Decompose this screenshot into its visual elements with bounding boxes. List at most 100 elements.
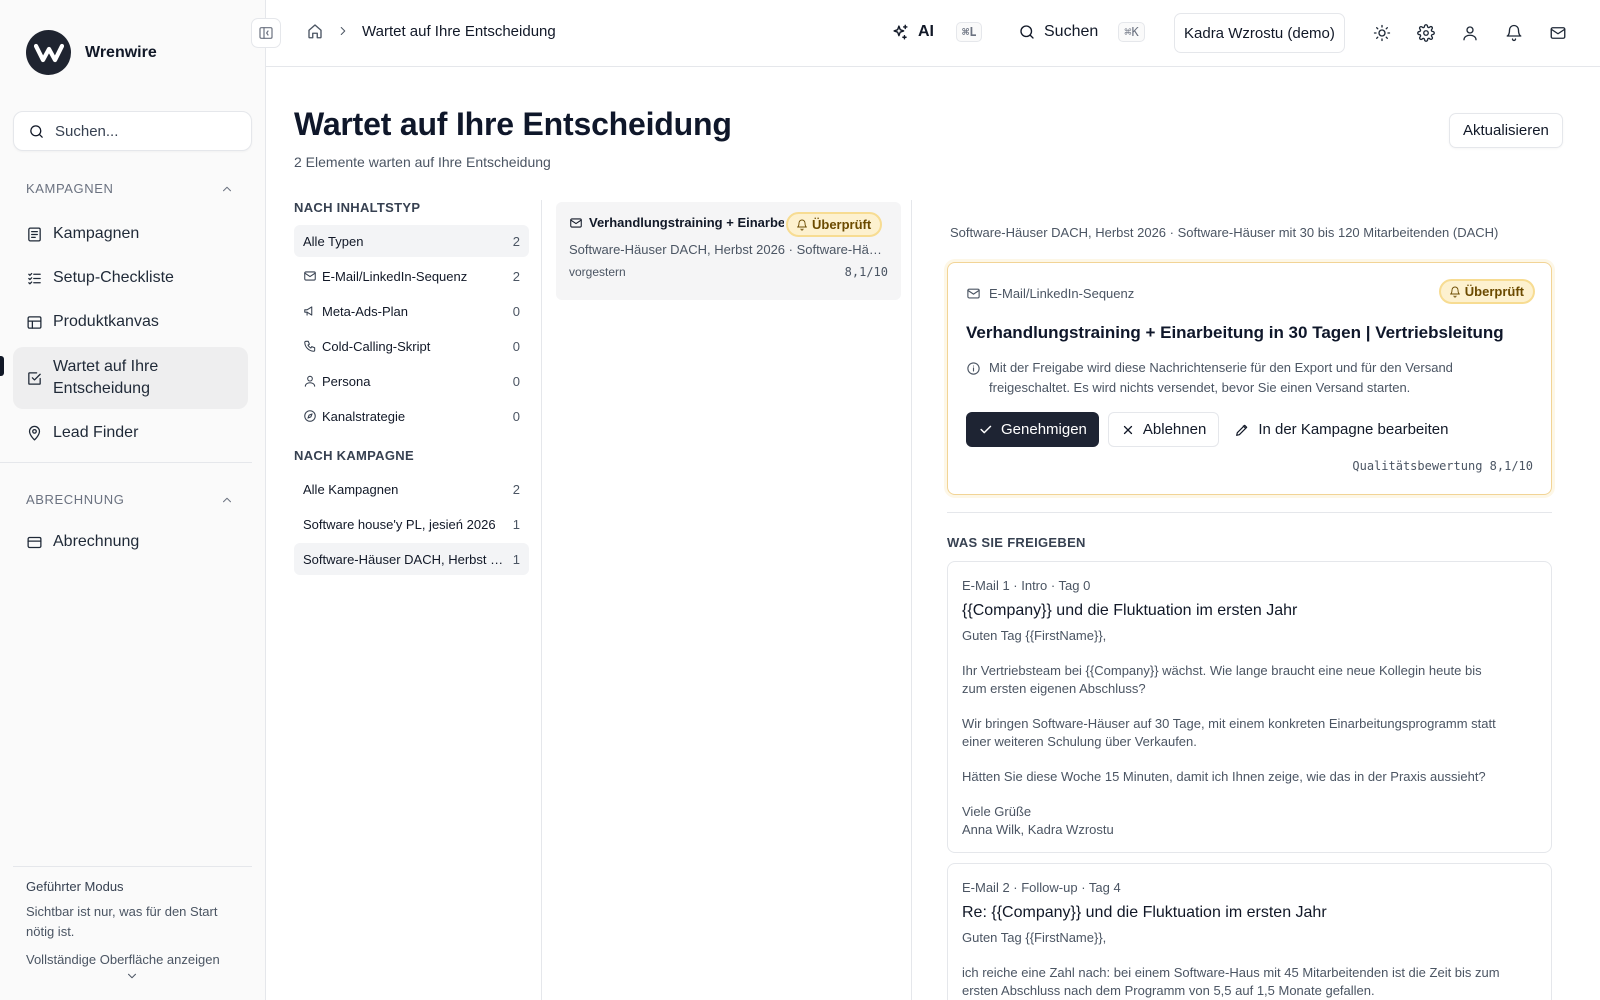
mail-icon[interactable] — [1547, 22, 1569, 44]
section-header-abrechnung[interactable]: ABRECHNUNG — [26, 492, 234, 507]
ai-button[interactable]: AI ⌘L — [891, 22, 983, 42]
brand-logo-icon — [26, 30, 71, 75]
chevron-up-icon[interactable] — [220, 493, 234, 507]
email-body-line: einer weiteren Schulung über Verkaufen. — [962, 734, 1197, 749]
email-preview-card: E-Mail 2 · Follow-up · Tag 4 Re: {{Compa… — [947, 863, 1552, 1000]
quality-score: Qualitätsbewertung 8,1/10 — [1352, 459, 1533, 473]
email-body-line: Hätten Sie diese Woche 15 Minuten, damit… — [962, 769, 1486, 784]
filter-count: 2 — [512, 481, 520, 497]
search-label: Suchen — [1044, 23, 1099, 40]
brand-name: Wrenwire — [85, 43, 157, 61]
email-body-line: Guten Tag {{FirstName}}, — [962, 628, 1107, 643]
breadcrumb: Wartet auf Ihre Entscheidung — [306, 22, 556, 40]
filter-campaign-pl[interactable]: Software house'y PL, jesień 2026 1 — [294, 508, 529, 540]
sidebar-item-label: Lead Finder — [53, 424, 139, 441]
chevron-right-icon — [336, 24, 350, 38]
detail-breadcrumb: Software-Häuser DACH, Herbst 2026 · Soft… — [950, 225, 1499, 240]
filter-heading-campaign: NACH KAMPAGNE — [294, 448, 414, 463]
filter-label: E-Mail/LinkedIn-Sequenz — [322, 268, 468, 284]
sidebar-item-wartet-auf-ihre-entscheidung[interactable]: Wartet auf Ihre Entscheidung — [13, 347, 248, 409]
sidebar-toggle-button[interactable] — [251, 18, 281, 48]
bell-icon — [796, 219, 808, 231]
gear-icon[interactable] — [1415, 22, 1437, 44]
email-meta: E-Mail 1 · Intro · Tag 0 — [962, 578, 1091, 593]
sidebar-item-kampagnen[interactable]: Kampagnen — [13, 222, 248, 246]
header-search-button[interactable]: Suchen ⌘K — [1018, 22, 1145, 42]
section-title: ABRECHNUNG — [26, 492, 125, 507]
list-item-footer: vorgestern 8,1/10 — [569, 265, 888, 279]
user-icon[interactable] — [1459, 22, 1481, 44]
ai-label: AI — [918, 23, 934, 40]
email-subject: {{Company}} und die Fluktuation im erste… — [962, 602, 1298, 619]
email-meta: E-Mail 2 · Follow-up · Tag 4 — [962, 880, 1121, 895]
review-list-item[interactable]: Verhandlungstraining + Einarbeitung in 3… — [556, 202, 901, 300]
filter-type-kanalstrategie[interactable]: Kanalstrategie 0 — [294, 400, 529, 432]
email-body-line: Guten Tag {{FirstName}}, — [962, 930, 1107, 945]
sun-icon[interactable] — [1371, 22, 1393, 44]
chevron-down-icon[interactable] — [125, 969, 139, 983]
filter-label: Kanalstrategie — [322, 408, 406, 424]
filter-type-persona[interactable]: Persona 0 — [294, 365, 529, 397]
approve-button[interactable]: Genehmigen — [966, 412, 1099, 447]
compass-icon — [303, 409, 317, 423]
list-item-date: vorgestern — [569, 265, 626, 279]
ai-shortcut: ⌘L — [956, 22, 983, 42]
filter-type-all[interactable]: Alle Typen 2 — [294, 225, 529, 257]
reject-label: Ablehnen — [1142, 421, 1207, 438]
content-type-label: E-Mail/LinkedIn-Sequenz — [989, 286, 1135, 301]
sidebar-item-produktkanvas[interactable]: Produktkanvas — [13, 310, 248, 334]
section-header-kampagnen[interactable]: KAMPAGNEN — [26, 181, 234, 196]
chevron-up-icon[interactable] — [220, 182, 234, 196]
filter-label: Alle Typen — [303, 233, 364, 249]
filter-count: 0 — [512, 338, 520, 354]
map-pin-icon — [26, 425, 43, 442]
filter-label: Persona — [322, 373, 371, 389]
filter-type-email-linkedin[interactable]: E-Mail/LinkedIn-Sequenz 2 — [294, 260, 529, 292]
sidebar-search-input[interactable] — [55, 122, 235, 140]
column-divider — [911, 200, 912, 1000]
sidebar-item-label: Produktkanvas — [53, 313, 159, 330]
sidebar-item-abrechnung[interactable]: Abrechnung — [13, 530, 248, 554]
pencil-icon — [1234, 422, 1250, 438]
workspace-switcher[interactable]: Kadra Wzrostu (demo) — [1174, 13, 1345, 53]
column-divider — [541, 200, 542, 1000]
email-body-line: zum ersten eigenen Abschluss? — [962, 681, 1146, 696]
filter-count: 2 — [512, 268, 520, 284]
list-item-title: Verhandlungstraining + Einarbeitung in 3… — [589, 215, 784, 230]
active-indicator — [0, 356, 4, 376]
section-title: KAMPAGNEN — [26, 181, 114, 196]
sidebar-search[interactable] — [13, 111, 252, 151]
email-preview-card: E-Mail 1 · Intro · Tag 0 {{Company}} und… — [947, 561, 1552, 853]
edit-in-campaign-button[interactable]: In der Kampagne bearbeiten — [1228, 412, 1454, 447]
guided-mode-description: Sichtbar ist nur, was für den Start nöti… — [26, 904, 218, 939]
filter-type-cold-calling[interactable]: Cold-Calling-Skript 0 — [294, 330, 529, 362]
sidebar-item-lead-finder[interactable]: Lead Finder — [13, 421, 248, 445]
email-body-line: ersten Abschluss nach dem Programm von 5… — [962, 983, 1375, 998]
reject-button[interactable]: Ablehnen — [1107, 412, 1220, 447]
brand[interactable]: Wrenwire — [26, 30, 157, 75]
checklist-icon — [26, 270, 43, 287]
show-full-interface-link[interactable]: Vollständige Oberfläche anzeigen — [26, 952, 239, 967]
breadcrumb-current: Wartet auf Ihre Entscheidung — [362, 22, 556, 40]
filter-type-meta-ads[interactable]: Meta-Ads-Plan 0 — [294, 295, 529, 327]
bell-icon[interactable] — [1503, 22, 1525, 44]
filter-campaign-all[interactable]: Alle Kampagnen 2 — [294, 473, 529, 505]
check-icon — [978, 422, 993, 437]
filter-label: Software-Häuser DACH, Herbst 2026 — [303, 551, 507, 567]
filter-label: Alle Kampagnen — [303, 481, 399, 497]
content-type: E-Mail/LinkedIn-Sequenz — [966, 286, 1134, 301]
sidebar-item-setup-checkliste[interactable]: Setup-Checkliste — [13, 266, 248, 290]
approval-info: Mit der Freigabe wird diese Nachrichtens… — [966, 358, 1526, 398]
sidebar-item-label: Kampagnen — [53, 225, 140, 242]
check-square-icon — [26, 370, 43, 387]
home-icon[interactable] — [306, 22, 324, 40]
email-body-line: Ihr Vertriebsteam bei {{Company}} wächst… — [962, 663, 1482, 678]
search-icon — [1018, 23, 1036, 41]
email-body-line: ich reiche eine Zahl nach: bei einem Sof… — [962, 965, 1500, 980]
email-subject: Re: {{Company}} und die Fluktuation im e… — [962, 904, 1327, 921]
filter-campaign-dach[interactable]: Software-Häuser DACH, Herbst 2026 1 — [294, 543, 529, 575]
refresh-button[interactable]: Aktualisieren — [1449, 113, 1563, 148]
search-icon — [28, 123, 45, 140]
guided-mode-panel: Geführter Modus Sichtbar ist nur, was fü… — [13, 866, 252, 979]
filter-column: NACH INHALTSTYP Alle Typen 2 E-Mail/Link… — [294, 200, 529, 575]
